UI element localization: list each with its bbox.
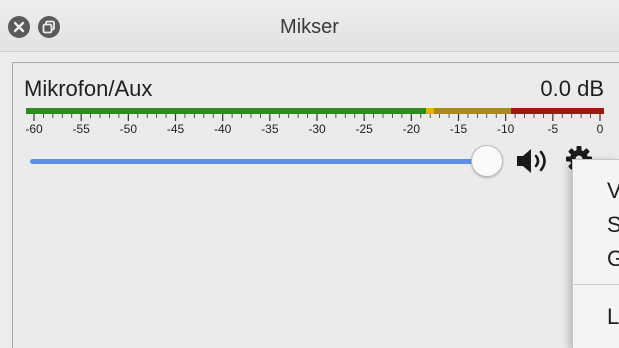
- meter-scale: -60 -55 -50 -45 -40 -35 -30 -25 -20 -15 -10 -5 0: [0, 122, 619, 138]
- db-level: 0.0 dB: [540, 76, 604, 101]
- menu-item-3[interactable]: G: [607, 246, 619, 272]
- volume-slider-track[interactable]: [30, 159, 485, 164]
- meter-ticks-graphic: [33, 114, 601, 121]
- volume-slider-thumb[interactable]: [471, 145, 503, 177]
- title-bar: Mikser: [0, 0, 619, 52]
- scale-label: -55: [72, 122, 90, 136]
- window-title: Mikser: [280, 16, 339, 38]
- mixer-panel: [12, 62, 619, 348]
- scale-label: -5: [547, 122, 559, 136]
- menu-item-4[interactable]: L: [607, 304, 619, 330]
- speaker-icon[interactable]: [515, 147, 553, 175]
- scale-label: -25: [355, 122, 373, 136]
- source-name: Mikrofon/Aux: [24, 76, 153, 101]
- menu-item-2[interactable]: S: [607, 212, 619, 238]
- menu-item-1[interactable]: V: [607, 178, 619, 204]
- context-menu: V S G L: [572, 159, 619, 348]
- scale-label: 0: [596, 122, 604, 136]
- scale-label: -20: [402, 122, 420, 136]
- scale-label: -40: [213, 122, 232, 136]
- scale-label: -50: [119, 122, 137, 136]
- menu-separator: [573, 284, 619, 285]
- scale-label: -45: [166, 122, 185, 136]
- scale-label: -30: [308, 122, 326, 136]
- meter-ticks: [26, 114, 604, 122]
- scale-label: -15: [449, 122, 468, 136]
- scale-label: -60: [25, 122, 43, 136]
- scale-label: -35: [261, 122, 279, 136]
- scale-label: -10: [496, 122, 515, 136]
